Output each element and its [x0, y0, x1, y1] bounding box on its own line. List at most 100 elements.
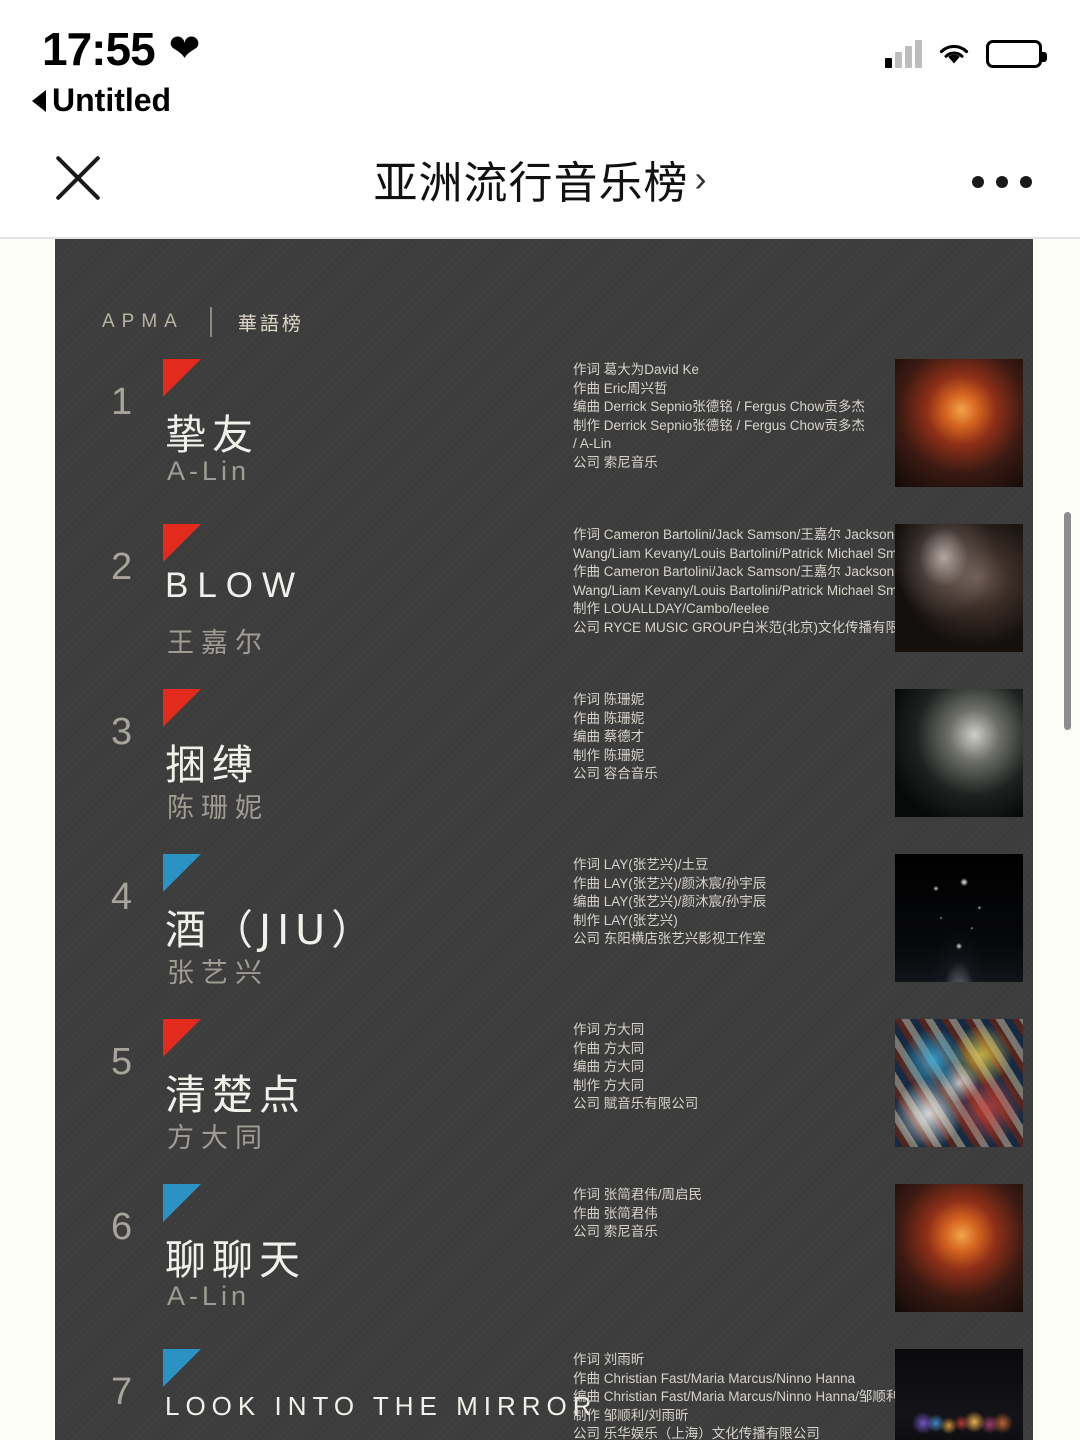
song-credits: 作词 刘雨昕 作曲 Christian Fast/Maria Marcus/Nin…	[573, 1351, 900, 1440]
more-options-icon[interactable]	[972, 176, 1032, 188]
artist-name: 张艺兴	[167, 958, 269, 989]
credit-line: 作词 葛大为David Ke	[573, 362, 700, 377]
album-art-image	[895, 689, 1023, 817]
ranking-list: 1 挚友 A-Lin 作词 葛大为David Ke 作曲 Eric周兴哲 编曲 Derri…	[55, 359, 1033, 1440]
ranking-row[interactable]: 3 捆缚陈珊妮 作词 陈珊妮 作曲 陈珊妮 编曲 蔡德才 制作 陈珊妮 公司 容合音乐	[55, 689, 1033, 854]
artist-name: A-Lin	[167, 456, 251, 486]
ranking-row[interactable]: 6 聊聊天 A-Lin 作词 张简君伟/周启民 作曲 张简君伟 公司 索尼音乐	[55, 1184, 1033, 1349]
album-cover[interactable]	[895, 689, 1023, 817]
trend-up-flag-icon	[163, 359, 201, 397]
ranking-row[interactable]: 1 挚友 A-Lin 作词 葛大为David Ke 作曲 Eric周兴哲 编曲 Derri…	[55, 359, 1033, 524]
credit-line: 公司 賦音乐有限公司	[573, 1096, 699, 1112]
credit-line: 制作 Derrick Sepnio张德铭 / Fergus Chow贡多杰	[573, 417, 865, 433]
credit-line: Wang/Liam Kevany/Louis Bartolini/Patrick…	[573, 582, 912, 598]
ranking-row[interactable]: 5 清楚点方大同 作词 方大同 作曲 方大同 编曲 方大同 制作 方大同 公司 賦音乐有限公…	[55, 1019, 1033, 1184]
song-credits: 作词 LAY(张艺兴)/土豆 作曲 LAY(张艺兴)/颜沐宸/孙宇辰 编曲 LAY(…	[573, 856, 873, 949]
album-cover[interactable]	[895, 1349, 1023, 1440]
status-time-label: 17:55	[42, 23, 156, 75]
song-credits: 作词 陈珊妮 作曲 陈珊妮 编曲 蔡德才 制作 陈珊妮 公司 容合音乐	[573, 691, 873, 784]
rank-number: 3	[111, 711, 133, 753]
album-art-image	[895, 1019, 1023, 1147]
rank-number: 2	[111, 546, 133, 588]
song-credits: 作词 方大同 作曲 方大同 编曲 方大同 制作 方大同 公司 賦音乐有限公司	[573, 1021, 873, 1114]
rank-number: 7	[111, 1371, 133, 1413]
rank-number: 5	[111, 1041, 133, 1083]
album-cover[interactable]	[895, 359, 1023, 487]
scroll-area[interactable]: APMA 華語榜 1 挚友 A-Lin 作词 葛大为David Ke 作曲 Eric周兴…	[0, 239, 1080, 1440]
artist-name: 王嘉尔	[167, 628, 269, 659]
credit-line: 编曲 Christian Fast/Maria Marcus/Ninno Han…	[573, 1389, 900, 1405]
credit-line: 公司 乐华娱乐（上海）文化传播有限公司	[573, 1426, 820, 1440]
credit-line: 制作 LAY(张艺兴)	[573, 912, 678, 928]
song-title: 聊聊天	[165, 1236, 306, 1284]
credit-line: 作曲 Cameron Bartolini/Jack Samson/王嘉尔 Jac…	[573, 564, 895, 580]
rank-number: 6	[111, 1206, 133, 1248]
credit-line: 公司 索尼音乐	[573, 454, 658, 470]
credit-line: 公司 容合音乐	[573, 766, 658, 782]
song-credits: 作词 张简君伟/周启民 作曲 张简君伟 公司 索尼音乐	[573, 1186, 873, 1242]
credit-line: 作曲 陈珊妮	[573, 710, 645, 726]
artist-name: A-Lin	[167, 1281, 251, 1311]
brand-label: APMA	[102, 311, 184, 332]
ranking-row[interactable]: 4 酒（JIU） 张艺兴 作词 LAY(张艺兴)/土豆作曲 LAY(张艺兴)/颜沐宸/…	[55, 854, 1033, 1019]
artist-name: 陈珊妮	[167, 793, 269, 824]
song-credits: 作词 Cameron Bartolini/Jack Samson/王嘉尔 Jac…	[573, 526, 927, 638]
credit-line: 作词 Cameron Bartolini/Jack Samson/王嘉尔 Jac…	[573, 527, 895, 542]
trend-up-flag-icon	[163, 689, 201, 727]
chart-panel: APMA 華語榜 1 挚友 A-Lin 作词 葛大为David Ke 作曲 Eric周兴…	[55, 239, 1033, 1440]
song-title: 捆缚	[165, 741, 259, 789]
album-cover[interactable]	[895, 854, 1023, 982]
battery-icon	[986, 40, 1047, 68]
wifi-icon	[936, 40, 972, 68]
ranking-row[interactable]: 2 BLOW 王嘉尔 作词 Cameron Bartolini/Jack Samson…	[55, 524, 1033, 689]
nav-bar: 亚洲流行音乐榜 ›	[0, 120, 1080, 238]
credit-line: 公司 东阳横店张艺兴影视工作室	[573, 931, 766, 947]
album-art-image	[895, 1349, 1023, 1440]
trend-down-flag-icon	[163, 1184, 201, 1222]
credit-line: 作词 方大同	[573, 1022, 645, 1037]
back-triangle-icon	[32, 89, 46, 112]
credit-line: 公司 索尼音乐	[573, 1224, 658, 1240]
trend-up-flag-icon	[163, 1019, 201, 1057]
credit-line: 制作 陈珊妮	[573, 747, 645, 763]
credit-line: Wang/Liam Kevany/Louis Bartolini/Patrick…	[573, 545, 912, 561]
credit-line: 作词 刘雨昕	[573, 1352, 645, 1367]
credit-line: 作曲 LAY(张艺兴)/颜沐宸/孙宇辰	[573, 875, 767, 891]
song-title: 酒（JIU）	[165, 906, 379, 954]
album-cover[interactable]	[895, 1019, 1023, 1147]
brand-divider	[209, 307, 212, 337]
category-label: 華語榜	[237, 312, 304, 335]
credit-line: 作词 张简君伟/周启民	[573, 1187, 703, 1202]
status-time: 17:55 ❤	[42, 22, 200, 76]
song-title: LOOK INTO THE MIRROR	[165, 1391, 598, 1421]
credit-line: 制作 LOUALLDAY/Cambo/leelee	[573, 601, 770, 617]
credit-line: 公司 RYCE MUSIC GROUP白米范(北京)文化传播有限公司	[573, 619, 927, 635]
back-to-untitled-button[interactable]: Untitled	[32, 82, 171, 119]
album-art-image	[895, 1184, 1023, 1312]
credit-line: 制作 邹顺利/刘雨昕	[573, 1407, 689, 1423]
credit-line: 作词 LAY(张艺兴)/土豆	[573, 857, 709, 872]
ranking-row[interactable]: 7LOOK INTO THE MIRROR刘雨昕作词 刘雨昕作曲 Christi…	[55, 1349, 1033, 1440]
credit-line: 作曲 张简君伟	[573, 1205, 658, 1221]
album-cover[interactable]	[895, 524, 1023, 652]
cellular-signal-icon	[885, 40, 922, 68]
credit-line: 编曲 Derrick Sepnio张德铭 / Fergus Chow贡多杰	[573, 399, 865, 415]
artist-name: 方大同	[167, 1123, 269, 1154]
song-credits: 作词 葛大为David Ke 作曲 Eric周兴哲编曲 Derrick Sepni…	[573, 361, 873, 473]
album-art-image	[895, 524, 1023, 652]
album-art-image	[895, 359, 1023, 487]
album-art-image	[895, 854, 1023, 982]
vertical-scrollbar[interactable]	[1064, 512, 1071, 730]
credit-line: 作曲 Eric周兴哲	[573, 380, 668, 396]
page-title-group[interactable]: 亚洲流行音乐榜 ›	[0, 120, 1080, 238]
back-label: Untitled	[52, 82, 172, 118]
page-title: 亚洲流行音乐榜	[373, 158, 689, 209]
credit-line: 作曲 方大同	[573, 1040, 645, 1056]
rank-number: 4	[111, 876, 133, 918]
trend-down-flag-icon	[163, 854, 201, 892]
chevron-right-icon: ›	[694, 158, 707, 199]
trend-up-flag-icon	[163, 524, 201, 562]
song-title: BLOW	[165, 566, 305, 605]
album-cover[interactable]	[895, 1184, 1023, 1312]
song-title: 清楚点	[165, 1071, 306, 1119]
